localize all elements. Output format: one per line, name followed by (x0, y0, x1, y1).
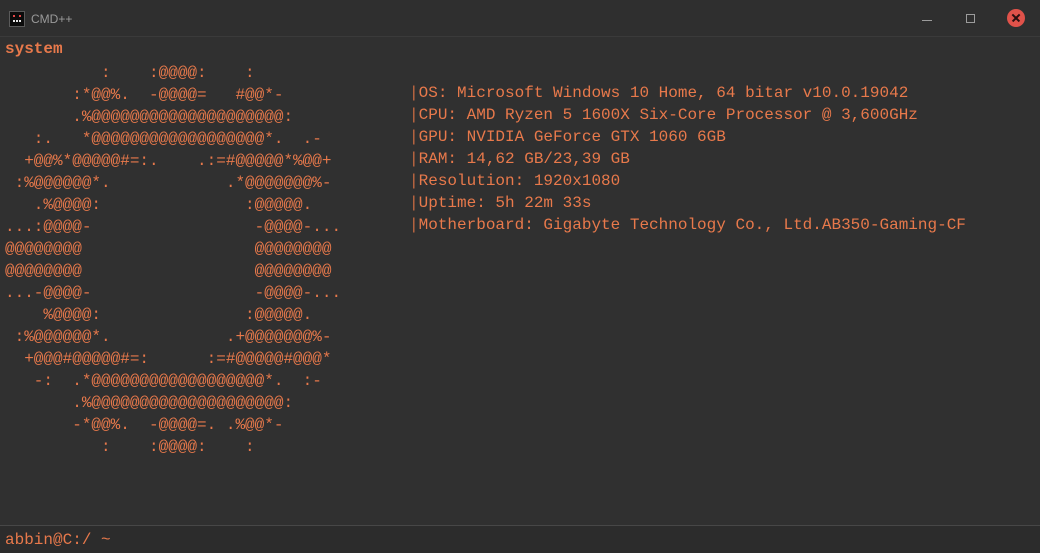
system-info-list: |OS: Microsoft Windows 10 Home, 64 bitar… (409, 82, 966, 236)
sysinfo-os: |OS: Microsoft Windows 10 Home, 64 bitar… (409, 82, 966, 104)
separator: | (409, 172, 419, 190)
sysinfo-resolution-text: Resolution: 1920x1080 (418, 172, 621, 190)
sysinfo-os-text: OS: Microsoft Windows 10 Home, 64 bitar … (418, 84, 909, 102)
sysinfo-cpu-text: CPU: AMD Ryzen 5 1600X Six-Core Processo… (418, 106, 918, 124)
terminal-window: CMD++ system : :@@@@: : :*@@%. -@@@@= #@… (0, 0, 1040, 553)
sysinfo-uptime: |Uptime: 5h 22m 33s (409, 192, 966, 214)
ascii-logo: : :@@@@: : :*@@%. -@@@@= #@@*- .%@@@@@@@… (5, 64, 342, 456)
maximize-button[interactable] (955, 3, 985, 33)
separator: | (409, 194, 419, 212)
separator: | (409, 216, 419, 234)
app-icon (9, 11, 25, 27)
separator: | (409, 150, 419, 168)
username-header: system (5, 40, 63, 58)
sysinfo-gpu-text: GPU: NVIDIA GeForce GTX 1060 6GB (418, 128, 726, 146)
window-title: CMD++ (31, 12, 73, 26)
sysinfo-cpu: |CPU: AMD Ryzen 5 1600X Six-Core Process… (409, 104, 966, 126)
separator: | (409, 84, 419, 102)
terminal-output: system : :@@@@: : :*@@%. -@@@@= #@@*- .%… (0, 37, 1040, 525)
sysinfo-resolution: |Resolution: 1920x1080 (409, 170, 966, 192)
sysinfo-ram-text: RAM: 14,62 GB/23,39 GB (418, 150, 630, 168)
sysinfo-uptime-text: Uptime: 5h 22m 33s (418, 194, 592, 212)
minimize-icon (922, 19, 932, 21)
title-bar[interactable]: CMD++ (0, 0, 1040, 37)
close-button[interactable] (1001, 3, 1031, 33)
close-icon (1007, 9, 1025, 27)
minimize-button[interactable] (912, 3, 942, 33)
command-prompt-bar[interactable] (0, 525, 1040, 553)
sysinfo-motherboard: |Motherboard: Gigabyte Technology Co., L… (409, 214, 966, 236)
separator: | (409, 106, 419, 124)
sysinfo-gpu: |GPU: NVIDIA GeForce GTX 1060 6GB (409, 126, 966, 148)
command-input[interactable] (3, 529, 1037, 551)
sysinfo-motherboard-text: Motherboard: Gigabyte Technology Co., Lt… (418, 216, 966, 234)
maximize-icon (965, 13, 975, 23)
separator: | (409, 128, 419, 146)
sysinfo-ram: |RAM: 14,62 GB/23,39 GB (409, 148, 966, 170)
